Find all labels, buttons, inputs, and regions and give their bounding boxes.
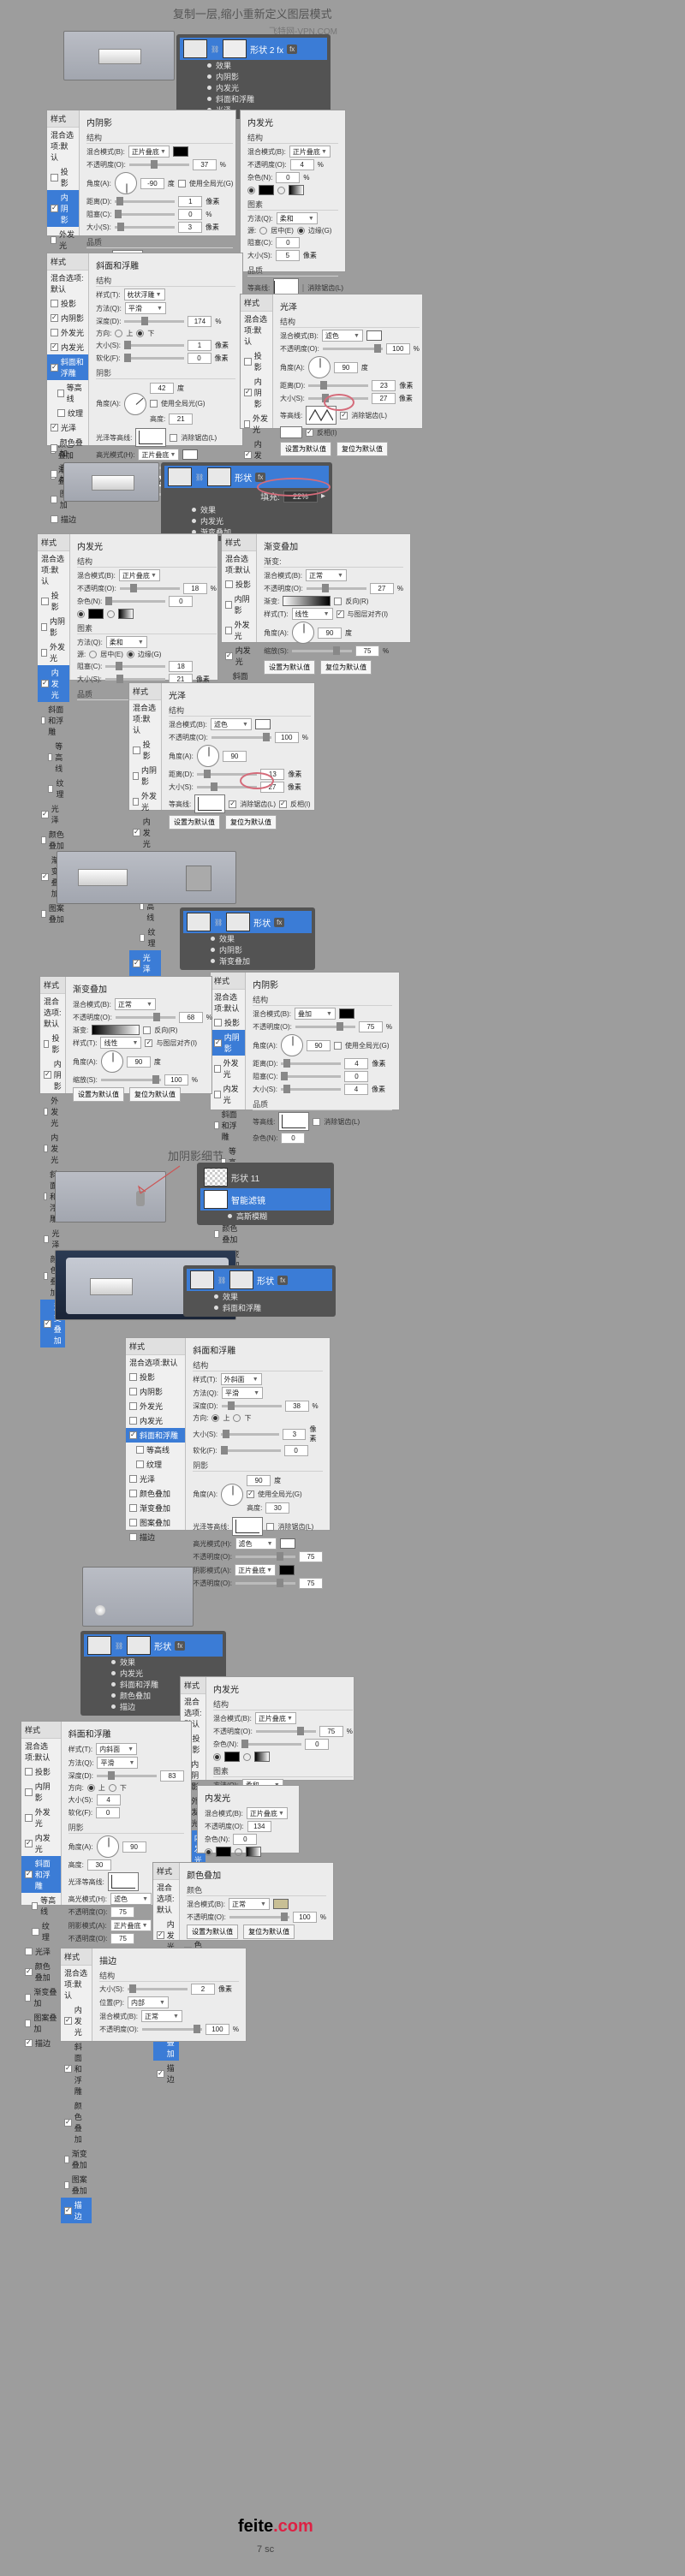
gradient-picker[interactable] — [283, 596, 331, 606]
layer-style-stroke-6: 样式 混合选项:默认 内发光 斜面和浮雕 颜色叠加 渐变叠加 图案叠加 描边 描… — [60, 1948, 247, 2042]
layer-style-bevel-5: 样式 混合选项:默认 投影 内阴影 外发光 内发光 斜面和浮雕 等高线 纹理 光… — [125, 1337, 331, 1531]
camera-preview-2 — [63, 462, 159, 502]
camera-preview-1 — [63, 31, 175, 80]
layer-style-inner-glow-6b: 内发光 混合模式(B):正片叠底▼ 不透明度(O):134 杂色(N):0 — [197, 1785, 300, 1853]
layer-style-color-overlay-6: 样式 混合选项:默认 内发光 斜面和浮雕 颜色叠加 描边 颜色叠加 颜色 混合模… — [152, 1862, 334, 1941]
make-default-button[interactable]: 设置为默认值 — [280, 442, 331, 456]
camera-preview-3 — [57, 851, 236, 904]
layers-panel-5: ⛓形状fx 效果 斜面和浮雕 — [183, 1265, 336, 1317]
brand-logo: feite.com — [238, 2517, 313, 2537]
annotation-arrow — [137, 1164, 188, 1199]
page-title: 复制一层,缩小重新定义图层模式 — [173, 5, 332, 21]
layers-panel-1: ⛓ 形状 2 fxfx 效果 内阴影 内发光 斜面和浮雕 光泽 — [176, 34, 331, 119]
annotation-oval-fill — [257, 478, 331, 497]
layer-style-inner-glow-6: 样式 混合选项:默认 投影 内阴影 外发光 内发光 斜面和浮雕 颜色叠加 描边 … — [180, 1676, 354, 1781]
secondary-logo: 7 sc — [257, 2544, 274, 2555]
layer-style-bevel-1: 样式 混合选项:默认 投影 内阴影 外发光 内发光 斜面和浮雕 等高线 纹理 光… — [46, 253, 243, 446]
angle-dial[interactable] — [115, 172, 137, 194]
layer-style-inner-glow-2: 样式 混合选项:默认 投影 内阴影 外发光 内发光 斜面和浮雕 等高线 纹理 光… — [37, 533, 218, 681]
layers-panel-4: 形状 11 智能滤镜 高斯模糊 — [197, 1163, 334, 1225]
layer-style-inner-shadow-3r: 样式 混合选项:默认 投影 内阴影 外发光 内发光 斜面和浮雕 等高线 纹理 光… — [210, 972, 400, 1110]
layer-row[interactable]: ⛓ 形状 2 fxfx — [180, 38, 327, 60]
layers-panel-2: ⛓形状fx 填充:▸ 效果 内发光 渐变叠加 — [161, 462, 332, 541]
layers-panel-3: ⛓形状fx 效果 内阴影 渐变叠加 — [180, 907, 315, 970]
layer-style-gradient-3: 样式 混合选项:默认 投影 内阴影 外发光 内发光 斜面和浮雕 光泽 颜色叠加 … — [39, 976, 212, 1094]
blend-dropdown[interactable]: 正片叠底▼ — [128, 146, 170, 158]
layer-style-gradient-2: 样式 混合选项:默认 投影 内阴影 外发光 内发光 斜面和浮雕 光泽 颜色叠加 … — [221, 533, 411, 643]
color-swatch[interactable] — [173, 146, 188, 157]
layer-style-inner-shadow-1: 样式 混合选项:默认 投影 内阴影 外发光 内发光 斜面和浮雕 等高线 纹理 光… — [46, 110, 236, 236]
step4-title: 加阴影细节 — [168, 1147, 223, 1163]
camera-preview-6 — [82, 1567, 194, 1627]
reset-default-button[interactable]: 复位为默认值 — [337, 442, 388, 456]
layer-style-satin-2: 样式 混合选项:默认 投影 内阴影 外发光 内发光 斜面和浮雕 等高线 纹理 光… — [128, 682, 315, 811]
layer-style-inner-glow-1: 内发光 结构 混合模式(B):正片叠底▼ 不透明度(O):4% 杂色(N):0%… — [240, 110, 346, 272]
annotation-oval-contour — [324, 394, 354, 411]
annotation-oval-satin — [240, 772, 274, 789]
